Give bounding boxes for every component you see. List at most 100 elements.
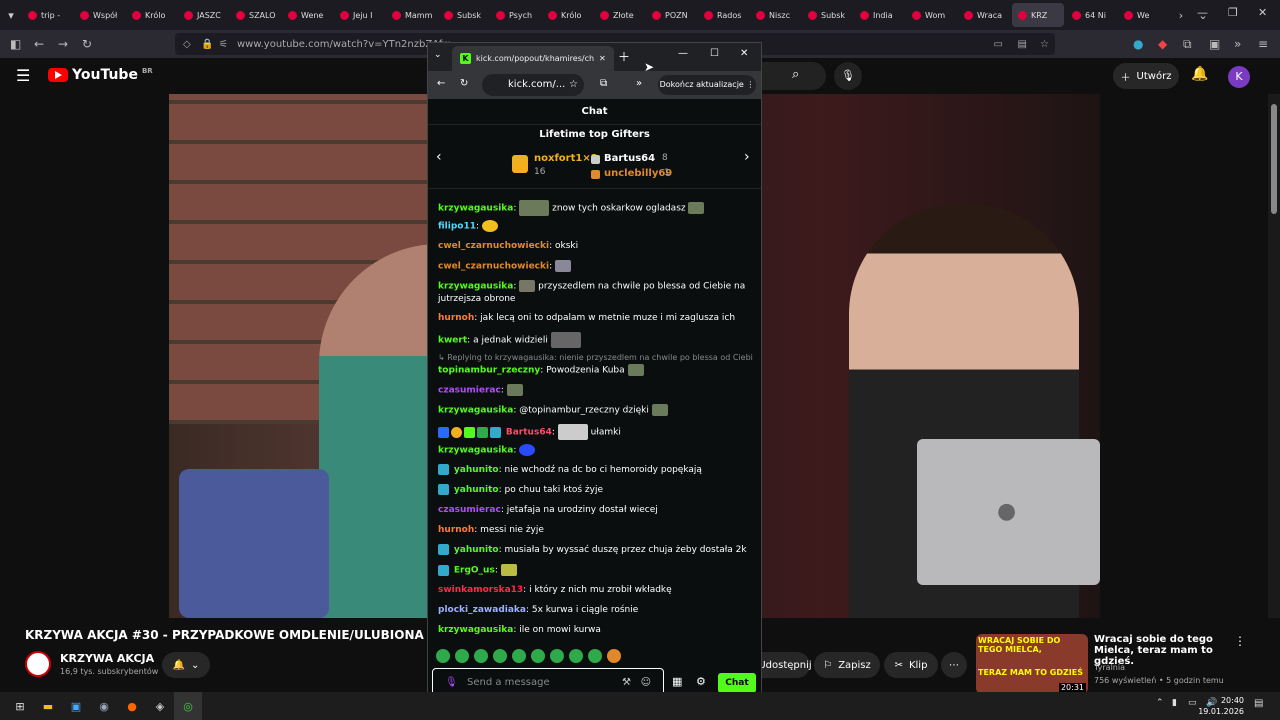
tab-search-icon[interactable]: ⌄ xyxy=(434,50,442,60)
new-tab-icon[interactable]: ＋ xyxy=(618,48,630,65)
channel-avatar[interactable] xyxy=(25,651,51,677)
network-icon[interactable]: ▭ xyxy=(1188,698,1197,708)
tray-expand-icon[interactable]: ⌃ xyxy=(1156,698,1164,708)
create-button[interactable]: ＋ Utwórz xyxy=(1113,63,1179,89)
permissions-icon[interactable]: ⚟ xyxy=(219,39,228,50)
hamburger-menu-icon[interactable]: ☰ xyxy=(16,66,30,85)
browser-tab[interactable]: Subsk xyxy=(802,0,854,30)
popup-reload-icon[interactable]: ↻ xyxy=(460,78,468,89)
popup-overflow-icon[interactable]: » xyxy=(636,78,642,89)
chat-username[interactable]: kwert xyxy=(438,336,467,346)
browser-tab[interactable]: Subsk xyxy=(438,0,490,30)
more-tools-icon[interactable]: » xyxy=(1234,37,1241,51)
finish-update-button[interactable]: Dokończ aktualizacje ⋮ xyxy=(658,75,756,95)
popup-close-icon[interactable]: ✕ xyxy=(740,48,748,59)
start-icon[interactable]: ⊞ xyxy=(6,692,34,720)
chat-username[interactable]: cwel_czarnuchowiecki xyxy=(438,241,549,251)
voice-search-icon[interactable]: 🎙 xyxy=(834,62,862,90)
quick-emote-icon[interactable] xyxy=(607,649,621,663)
chat-username[interactable]: krzywagausika xyxy=(438,625,513,635)
notifications-counter-icon[interactable]: ▣ xyxy=(1209,37,1220,51)
gifters-prev-icon[interactable]: ‹ xyxy=(436,149,442,165)
browser-tab[interactable]: Jeju I xyxy=(334,0,386,30)
send-chat-button[interactable]: Chat xyxy=(718,673,756,693)
browser-tab[interactable]: Niszc xyxy=(750,0,802,30)
browser-tab[interactable]: KRZ xyxy=(1012,3,1064,27)
extension-fox-icon[interactable]: ◆ xyxy=(1158,37,1167,51)
menu-icon[interactable]: ≡ xyxy=(1258,37,1268,51)
bookmark-star-icon[interactable]: ☆ xyxy=(1040,39,1049,50)
clip-button[interactable]: ✂ Klip xyxy=(884,652,938,678)
minimize-icon[interactable]: — xyxy=(1197,6,1208,19)
chat-username[interactable]: Bartus64 xyxy=(506,428,552,438)
subscription-bell-button[interactable]: 🔔 ⌄ xyxy=(162,652,210,678)
browser-tab[interactable]: Wraca xyxy=(958,0,1010,30)
recommended-channel[interactable]: Tyralnia xyxy=(1094,663,1125,672)
search-button[interactable]: ⌕ xyxy=(758,62,826,90)
popup-minimize-icon[interactable]: — xyxy=(678,48,688,59)
chat-username[interactable]: yahunito xyxy=(454,465,499,475)
scrollbar-thumb[interactable] xyxy=(1271,104,1277,214)
browser-tab[interactable]: India xyxy=(854,0,906,30)
picture-in-picture-icon[interactable]: ▭ xyxy=(994,39,1003,50)
reader-view-icon[interactable]: ▤ xyxy=(1018,39,1027,50)
extension-shield-icon[interactable]: ● xyxy=(1133,37,1143,51)
chat-username[interactable]: topinambur_rzeczny xyxy=(438,366,540,376)
chat-username[interactable]: czasumierac xyxy=(438,505,501,515)
steam-icon[interactable]: ◉ xyxy=(90,692,118,720)
chat-username[interactable]: hurnoh xyxy=(438,525,474,535)
chat-username[interactable]: yahunito xyxy=(454,545,499,555)
popup-address-bar[interactable]: kick.com/... ☆ xyxy=(482,74,584,96)
chrome-icon[interactable]: ◎ xyxy=(174,692,202,720)
tray-app-icon[interactable]: ▮ xyxy=(1172,698,1177,708)
notification-center-icon[interactable]: ▤ xyxy=(1254,698,1263,709)
quick-emote-icon[interactable] xyxy=(436,649,450,663)
browser-tab[interactable]: Wene xyxy=(282,0,334,30)
browser-tab[interactable]: trip - xyxy=(22,0,74,30)
chat-settings-icon[interactable]: ⚙ xyxy=(696,675,706,688)
file-explorer-icon[interactable]: ▬ xyxy=(34,692,62,720)
tracking-shield-icon[interactable]: ◇ xyxy=(183,39,191,50)
browser-tab[interactable]: SZALO xyxy=(230,0,282,30)
popup-tab-active[interactable]: K kick.com/popout/khamires/chat ✕ xyxy=(452,46,614,71)
recommended-thumbnail[interactable]: WRACAJ SOBIE DO TEGO MIELCA, TERAZ MAM T… xyxy=(976,634,1088,694)
gifter-2-name[interactable]: Bartus64 xyxy=(604,153,655,164)
firefox-icon[interactable]: ● xyxy=(118,692,146,720)
pc-icon[interactable]: ▣ xyxy=(62,692,90,720)
browser-tab[interactable]: We xyxy=(1118,0,1170,30)
quick-emote-icon[interactable] xyxy=(512,649,526,663)
chat-username[interactable]: cwel_czarnuchowiecki xyxy=(438,262,549,272)
close-tab-icon[interactable]: ✕ xyxy=(599,54,606,63)
chat-username[interactable]: krzywagausika xyxy=(438,446,513,456)
tab-scroll-right-icon[interactable]: › xyxy=(1170,9,1192,22)
browser-tab[interactable]: Królo xyxy=(542,0,594,30)
quick-emote-icon[interactable] xyxy=(588,649,602,663)
quick-emote-icon[interactable] xyxy=(474,649,488,663)
extensions-icon[interactable]: ⧉ xyxy=(1183,37,1192,52)
quick-emote-icon[interactable] xyxy=(455,649,469,663)
browser-tab[interactable]: 64 Ni xyxy=(1066,0,1118,30)
channel-name[interactable]: KRZYWA AKCJA xyxy=(60,652,154,665)
save-button[interactable]: ⚐ Zapisz xyxy=(814,652,880,678)
browser-tab[interactable]: Psych xyxy=(490,0,542,30)
browser-tab[interactable]: Rados xyxy=(698,0,750,30)
quick-emote-icon[interactable] xyxy=(569,649,583,663)
browser-tab[interactable]: JASZC xyxy=(178,0,230,30)
chat-username[interactable]: czasumierac xyxy=(438,386,501,396)
tab-list-icon[interactable]: ▾ xyxy=(0,9,22,22)
browser-tab[interactable]: Królo xyxy=(126,0,178,30)
popup-star-icon[interactable]: ☆ xyxy=(569,74,578,96)
profile-avatar[interactable]: K xyxy=(1228,66,1250,88)
restore-icon[interactable]: ❐ xyxy=(1228,6,1238,19)
popup-extensions-icon[interactable]: ⧉ xyxy=(600,78,607,89)
app-icon[interactable]: ◈ xyxy=(146,692,174,720)
browser-tab[interactable]: Współ xyxy=(74,0,126,30)
browser-tab[interactable]: POZN xyxy=(646,0,698,30)
browser-tab[interactable]: Wom xyxy=(906,0,958,30)
gifter-1-name[interactable]: noxfort1×2 xyxy=(534,153,598,164)
chat-username[interactable]: krzywagausika xyxy=(438,204,513,214)
chat-username[interactable]: krzywagausika xyxy=(438,406,513,416)
gift-icon[interactable]: ▦ xyxy=(672,675,682,688)
quick-emote-icon[interactable] xyxy=(550,649,564,663)
chat-username[interactable]: swinkamorska13 xyxy=(438,585,523,595)
